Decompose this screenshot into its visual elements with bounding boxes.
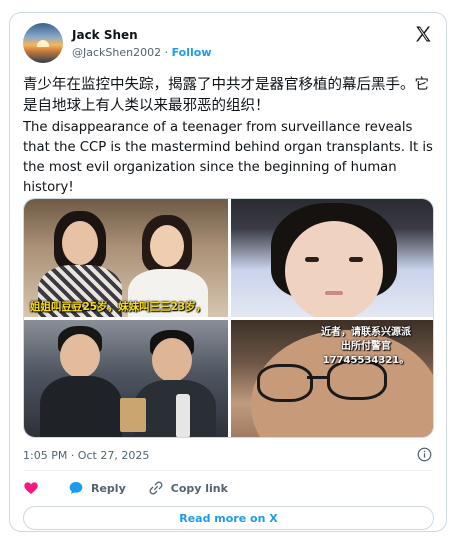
follow-button[interactable]: Follow xyxy=(172,46,212,59)
link-icon xyxy=(149,481,163,495)
info-icon[interactable] xyxy=(417,447,432,462)
author-handle[interactable]: @JackShen2002 xyxy=(72,46,161,59)
media-grid[interactable]: 姐姐叫豆豆25岁，妹妹叫三三23岁， 近者，请联系兴源派 出所付警官 17745… xyxy=(23,198,434,438)
tweet-timestamp[interactable]: 1:05 PM · Oct 27, 2025 xyxy=(23,449,149,462)
media-caption-names: 姐姐叫豆豆25岁，妹妹叫三三23岁， xyxy=(30,301,207,313)
tweet-text-chinese: 青少年在监控中失踪，揭露了中共才是器官移植的幕后黑手。它是自地球上有人类以来最邪… xyxy=(23,77,429,114)
copy-link-button[interactable]: Copy link xyxy=(148,480,228,496)
media-photo-two-boys[interactable] xyxy=(24,320,228,437)
avatar[interactable] xyxy=(23,23,63,63)
media-overlay-line1: 近者，请联系兴源派 xyxy=(321,327,411,338)
copy-link-label: Copy link xyxy=(170,481,228,495)
like-button[interactable] xyxy=(23,480,46,496)
reply-bubble-icon xyxy=(69,482,83,494)
heart-icon xyxy=(24,482,38,494)
reply-label: Reply xyxy=(91,481,126,495)
read-more-button[interactable]: Read more on X xyxy=(23,506,434,530)
media-overlay-phone: 17745534321。 xyxy=(322,355,410,366)
media-photo-girl-closeup[interactable] xyxy=(231,199,433,317)
author-name[interactable]: Jack Shen xyxy=(72,28,138,42)
x-logo-icon[interactable] xyxy=(414,25,432,43)
media-photo-man-glasses[interactable]: 近者，请联系兴源派 出所付警官 17745534321。 xyxy=(231,320,433,437)
handle-separator: · xyxy=(161,46,172,59)
reply-button[interactable]: Reply xyxy=(68,480,126,496)
tweet-text-english: The disappearance of a teenager from sur… xyxy=(23,120,433,195)
tweet-card: Jack Shen @JackShen2002 · Follow 青少年在监控中… xyxy=(9,12,447,532)
handle-row: @JackShen2002 · Follow xyxy=(72,46,211,59)
divider xyxy=(23,470,433,471)
media-photo-two-women[interactable]: 姐姐叫豆豆25岁，妹妹叫三三23岁， xyxy=(24,199,228,317)
media-overlay-line2: 出所付警官 xyxy=(341,341,391,352)
action-bar: Reply Copy link xyxy=(23,479,250,497)
